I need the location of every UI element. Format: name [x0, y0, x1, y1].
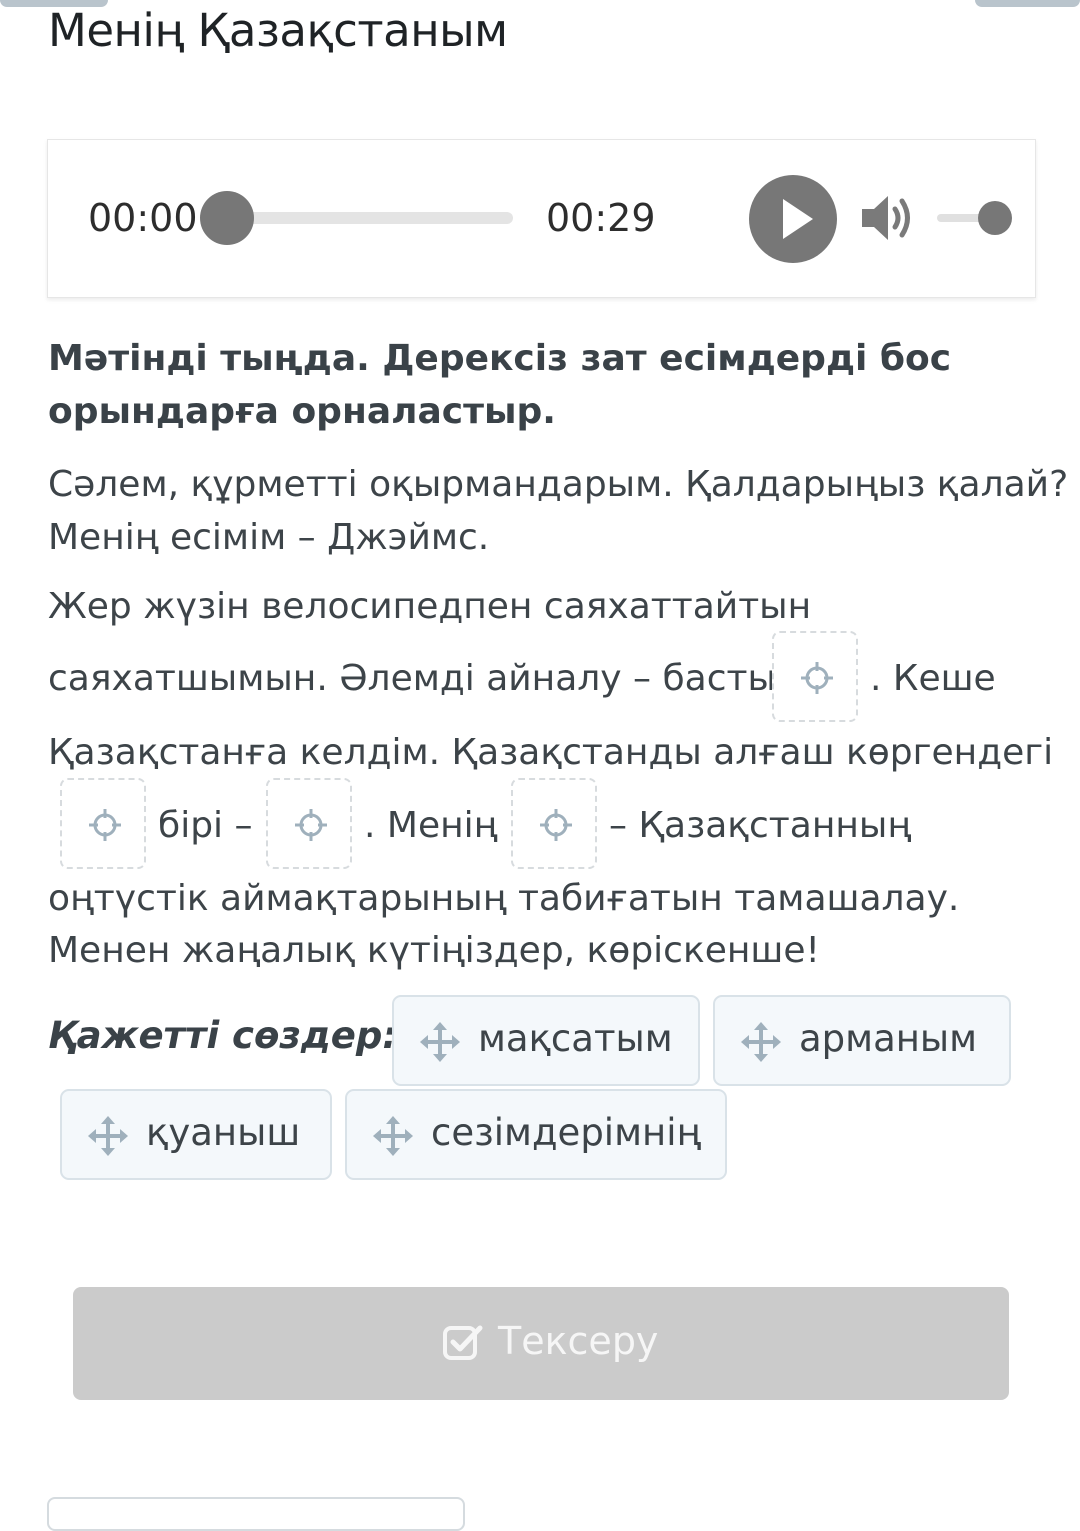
target-icon — [295, 809, 327, 841]
blank-drop-zone-2[interactable] — [60, 778, 146, 869]
next-control-partial[interactable] — [47, 1497, 465, 1531]
word-chip[interactable]: қуаныш — [60, 1089, 332, 1180]
word-chip[interactable]: сезімдерімнің — [345, 1089, 727, 1180]
text-line: – Қазақстанның — [609, 805, 912, 846]
word-chip-label: қуаныш — [146, 1111, 301, 1154]
move-icon — [373, 1116, 413, 1156]
text-line: бірі – — [158, 805, 253, 846]
text-line: . Кеше — [870, 658, 996, 699]
play-button[interactable] — [749, 175, 837, 263]
word-chip[interactable]: мақсатым — [392, 995, 700, 1086]
move-icon — [741, 1022, 781, 1062]
words-label: Қажетті сөздер: — [48, 1014, 398, 1057]
checkbox-check-icon — [443, 1325, 483, 1360]
volume-handle[interactable] — [978, 201, 1012, 235]
text-line: оңтүстік аймақтарының табиғатын тамашала… — [48, 878, 960, 919]
target-icon — [801, 662, 833, 694]
check-button[interactable]: Тексеру — [73, 1287, 1009, 1400]
instruction-text: Мәтінді тыңда. Дерексіз зат есімдерді бо… — [48, 338, 952, 432]
current-time: 00:00 — [88, 196, 198, 240]
text-line: Жер жүзін велосипедпен саяхаттайтын — [48, 586, 812, 627]
seek-handle[interactable] — [200, 191, 254, 245]
blank-drop-zone-4[interactable] — [511, 778, 597, 869]
seek-bar[interactable] — [218, 212, 513, 224]
text-line: Менен жаңалық күтіңіздер, көріскенше! — [48, 930, 820, 971]
volume-icon[interactable] — [860, 192, 916, 244]
check-button-label: Тексеру — [498, 1319, 659, 1363]
page-title: Менің Қазақстаным — [48, 4, 508, 57]
word-chip-label: арманым — [799, 1017, 978, 1060]
target-icon — [89, 809, 121, 841]
text-line: . Менің — [364, 805, 498, 846]
target-icon — [540, 809, 572, 841]
top-tab-right[interactable] — [975, 0, 1080, 7]
move-icon — [420, 1022, 460, 1062]
text-line: саяхатшымын. Әлемді айналу – басты — [48, 658, 776, 699]
word-chip-label: сезімдерімнің — [431, 1111, 701, 1154]
total-time: 00:29 — [546, 196, 656, 240]
text-line: Менің есімім – Джэймс. — [48, 517, 490, 558]
blank-drop-zone-1[interactable] — [772, 631, 858, 722]
play-icon — [783, 199, 813, 239]
text-line: Қазақстанға келдім. Қазақстанды алғаш кө… — [48, 732, 1054, 773]
word-chip[interactable]: арманым — [713, 995, 1011, 1086]
word-chip-label: мақсатым — [478, 1017, 673, 1060]
blank-drop-zone-3[interactable] — [266, 778, 352, 869]
text-line: Сәлем, құрметті оқырмандарым. Қалдарыңыз… — [48, 464, 1069, 505]
move-icon — [88, 1116, 128, 1156]
audio-player: 00:00 00:29 — [47, 139, 1036, 298]
